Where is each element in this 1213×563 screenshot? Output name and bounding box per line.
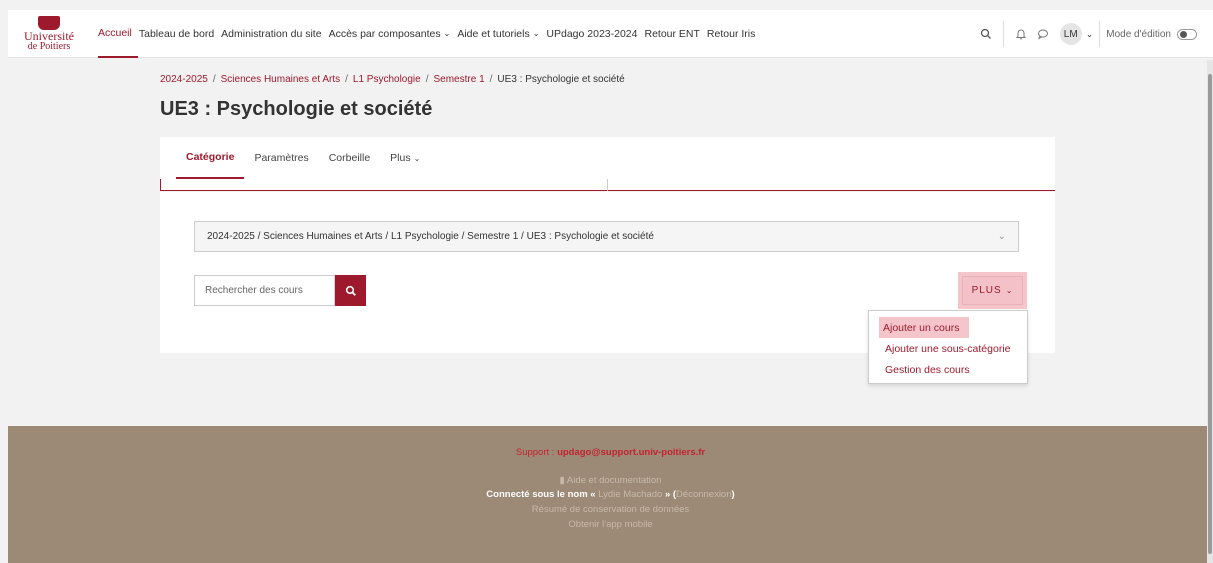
nav-item-accueil[interactable]: Accueil [98,10,138,58]
mobile-app-link[interactable]: Obtenir l'app mobile [8,519,1213,530]
footer-user-info: Connecté sous le nom « Lydie Machado » (… [8,489,1213,500]
privacy-summary-link[interactable]: Résumé de conservation de données [8,504,1213,515]
top-navbar: Université de Poitiers Accueil Tableau d… [8,10,1213,58]
menu-item-ajouter-sous-categorie[interactable]: Ajouter une sous-catégorie [879,338,1027,359]
logout-link[interactable]: Déconnexion [676,489,731,500]
breadcrumb-sep: / [425,74,429,85]
university-logo[interactable]: Université de Poitiers [8,10,90,58]
chevron-down-icon: ⌄ [1005,286,1014,295]
connected-mid: » ( [662,489,677,500]
chevron-down-icon: ⌄ [997,231,1006,242]
crest-icon [38,16,60,30]
nav-item-tableau-de-bord[interactable]: Tableau de bord [139,10,220,58]
tab-label: Plus [390,152,411,164]
plus-button-focus-ring: PLUS ⌄ [958,272,1027,309]
menu-item-ajouter-cours[interactable]: Ajouter un cours [879,317,969,338]
nav-item-updago[interactable]: UPdago 2023-2024 [546,10,643,58]
nav-label: Aide et tutoriels [457,27,530,40]
search-icon [345,285,356,296]
tab-label: Catégorie [186,151,235,163]
support-prefix: Support : [515,447,558,458]
tabs-underline [160,179,1055,191]
chevron-down-icon: ⌄ [532,29,540,38]
breadcrumb-sep: / [345,74,348,85]
course-search-input[interactable]: Rechercher des cours [194,275,335,306]
chevron-down-icon[interactable]: ⌄ [1086,29,1094,40]
category-select-value: 2024-2025 / Sciences Humaines et Arts / … [207,231,654,242]
help-link[interactable]: Aide et documentation [567,475,662,486]
search-icon[interactable] [975,23,997,45]
nav-item-retour-ent[interactable]: Retour ENT [644,10,705,58]
plus-button-label: PLUS [971,285,1002,296]
breadcrumb-item[interactable]: Sciences Humaines et Arts [221,74,341,85]
bell-icon[interactable] [1010,23,1032,45]
nav-item-administration[interactable]: Administration du site [221,10,327,58]
support-email-link[interactable]: updago@support.univ-poitiers.fr [557,447,705,458]
breadcrumb-item[interactable]: Semestre 1 [434,74,485,85]
page-footer: Support : updago@support.univ-poitiers.f… [8,426,1213,563]
tab-corbeille[interactable]: Corbeille [319,137,380,179]
divider [607,179,608,191]
divider [1002,21,1004,47]
plus-dropdown-menu: Ajouter un cours Ajouter une sous-catégo… [868,310,1028,384]
nav-label: Accueil [98,26,132,39]
nav-item-retour-iris[interactable]: Retour Iris [707,10,761,58]
breadcrumb-item[interactable]: L1 Psychologie [353,74,421,85]
category-select[interactable]: 2024-2025 / Sciences Humaines et Arts / … [194,221,1019,252]
edit-mode-toggle[interactable] [1177,28,1197,40]
chat-bubble-icon[interactable] [1032,23,1054,45]
divider [1099,21,1101,47]
nav-label: Tableau de bord [138,27,215,40]
breadcrumb-current: UE3 : Psychologie et société [497,74,625,85]
chevron-down-icon: ⌄ [413,153,421,163]
main-nav: Accueil Tableau de bord Administration d… [98,10,762,58]
edit-mode-label: Mode d'édition [1106,28,1171,40]
breadcrumb-item[interactable]: 2024-2025 [160,74,208,85]
user-profile-link[interactable]: Lydie Machado [598,489,662,500]
page-scrollbar[interactable] [1207,60,1213,563]
search-button[interactable] [335,275,366,306]
tab-plus[interactable]: Plus ⌄ [380,137,430,179]
nav-label: Retour ENT [644,27,700,40]
tab-label: Corbeille [328,152,371,164]
book-icon: ▮ [559,475,565,486]
nav-label: UPdago 2023-2024 [546,27,638,40]
breadcrumb-sep: / [212,74,216,85]
tab-label: Paramètres [254,152,309,164]
chevron-down-icon: ⌄ [443,29,451,38]
secondary-nav: Catégorie Paramètres Corbeille Plus ⌄ [160,137,1055,179]
nav-label: Administration du site [221,27,322,40]
breadcrumb-sep: / [489,74,493,85]
tab-categorie[interactable]: Catégorie [176,137,245,179]
footer-help: ▮ Aide et documentation [8,475,1213,486]
footer-support: Support : updago@support.univ-poitiers.f… [8,447,1213,458]
breadcrumb: 2024-2025 / Sciences Humaines et Arts / … [160,74,625,85]
logo-line2: de Poitiers [27,41,71,52]
nav-label: Accès par composantes [328,27,441,40]
nav-right: LM ⌄ Mode d'édition [975,10,1213,58]
menu-item-gestion-cours[interactable]: Gestion des cours [879,359,1027,380]
avatar[interactable]: LM [1059,23,1082,45]
divider [160,179,161,191]
nav-item-aide-tutoriels[interactable]: Aide et tutoriels ⌄ [457,10,545,58]
nav-label: Retour Iris [706,27,756,40]
connected-prefix: Connecté sous le nom « [486,489,599,500]
tab-parametres[interactable]: Paramètres [244,137,318,179]
nav-item-acces-composantes[interactable]: Accès par composantes ⌄ [329,10,457,58]
connected-suffix: ) [731,489,735,500]
plus-button[interactable]: PLUS ⌄ [962,276,1023,305]
scrollbar-thumb[interactable] [1208,74,1212,554]
page-title: UE3 : Psychologie et société [160,98,433,120]
